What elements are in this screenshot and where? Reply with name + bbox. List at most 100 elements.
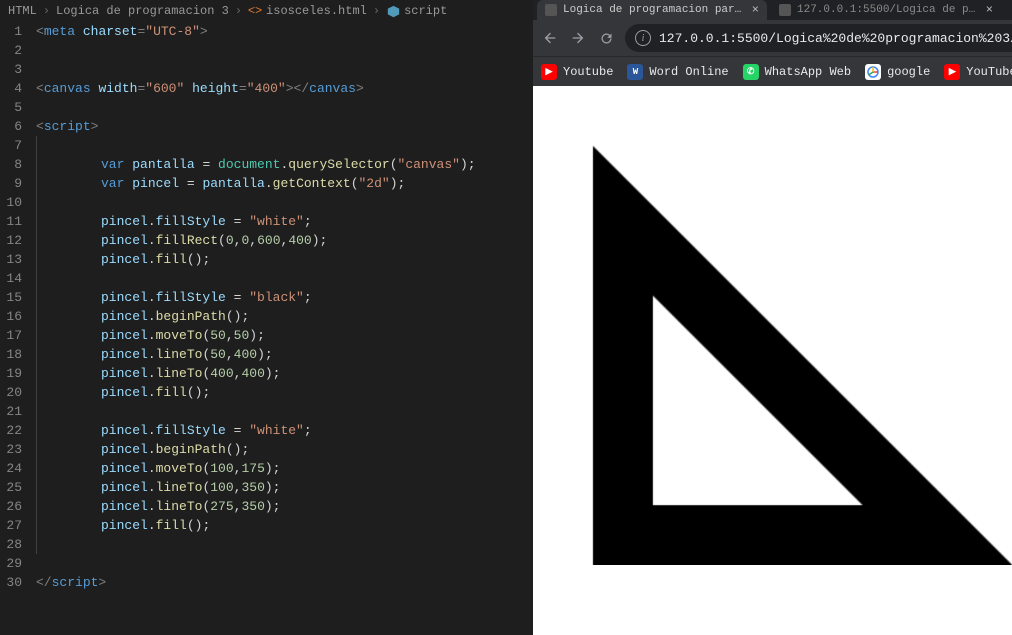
code-line[interactable] <box>36 535 525 554</box>
breadcrumb-seg[interactable]: isosceles.html <box>266 4 367 18</box>
code-line[interactable]: pincel.beginPath(); <box>36 440 525 459</box>
code-line[interactable] <box>36 402 525 421</box>
forward-button[interactable] <box>569 29 587 47</box>
line-number: 13 <box>6 250 22 269</box>
line-number: 26 <box>6 497 22 516</box>
code-line[interactable] <box>36 554 525 573</box>
code-line[interactable]: <script> <box>36 117 525 136</box>
line-number: 21 <box>6 402 22 421</box>
code-line[interactable]: pincel.fill(); <box>36 383 525 402</box>
yt-icon: ▶ <box>944 64 960 80</box>
bookmark-item[interactable]: ▶ YouTube <box>944 64 1012 80</box>
site-info-icon[interactable]: i <box>635 30 651 46</box>
code-line[interactable]: <canvas width="600" height="400"></canva… <box>36 79 525 98</box>
code-line[interactable]: pincel.lineTo(100,350); <box>36 478 525 497</box>
line-number: 7 <box>6 136 22 155</box>
line-number: 6 <box>6 117 22 136</box>
line-number: 2 <box>6 41 22 60</box>
line-number: 27 <box>6 516 22 535</box>
code-line[interactable] <box>36 60 525 79</box>
address-bar[interactable]: i 127.0.0.1:5500/Logica%20de%20programac… <box>625 24 1012 52</box>
code-line[interactable]: var pincel = pantalla.getContext("2d"); <box>36 174 525 193</box>
breadcrumb-seg[interactable]: HTML <box>8 4 37 18</box>
breadcrumb[interactable]: HTML › Logica de programacion 3 › <> iso… <box>0 0 533 22</box>
line-number: 12 <box>6 231 22 250</box>
browser-toolbar: i 127.0.0.1:5500/Logica%20de%20programac… <box>533 20 1012 56</box>
line-number: 22 <box>6 421 22 440</box>
breadcrumb-seg[interactable]: Logica de programacion 3 <box>56 4 229 18</box>
line-number: 3 <box>6 60 22 79</box>
bookmark-item[interactable]: ✆ WhatsApp Web <box>743 64 851 80</box>
editor-pane: HTML › Logica de programacion 3 › <> iso… <box>0 0 533 635</box>
close-tab-icon[interactable]: × <box>986 3 993 17</box>
code-line[interactable]: pincel.moveTo(50,50); <box>36 326 525 345</box>
browser-tab[interactable]: Logica de programacion parte 3. × <box>537 0 767 20</box>
breadcrumb-separator-icon: › <box>369 4 384 18</box>
line-number: 1 <box>6 22 22 41</box>
wa-icon: ✆ <box>743 64 759 80</box>
bookmark-label: Word Online <box>649 65 728 79</box>
line-number: 11 <box>6 212 22 231</box>
line-number: 16 <box>6 307 22 326</box>
code-line[interactable] <box>36 269 525 288</box>
html-file-icon: <> <box>248 4 262 18</box>
code-line[interactable]: pincel.fill(); <box>36 250 525 269</box>
tab-title: Logica de programacion parte 3. <box>563 4 746 16</box>
bookmark-label: WhatsApp Web <box>765 65 851 79</box>
rendered-canvas <box>533 86 1012 565</box>
close-tab-icon[interactable]: × <box>752 3 759 17</box>
code-line[interactable]: pincel.fillStyle = "white"; <box>36 212 525 231</box>
code-line[interactable]: pincel.moveTo(100,175); <box>36 459 525 478</box>
code-line[interactable]: pincel.beginPath(); <box>36 307 525 326</box>
page-viewport <box>533 86 1012 635</box>
favicon <box>545 4 557 16</box>
goog-icon <box>865 64 881 80</box>
bookmark-item[interactable]: google <box>865 64 930 80</box>
code-content[interactable]: <meta charset="UTC-8"> <canvas width="600… <box>36 22 533 635</box>
tab-title: 127.0.0.1:5500/Logica de progral <box>797 4 980 16</box>
line-number: 20 <box>6 383 22 402</box>
breadcrumb-separator-icon: › <box>39 4 54 18</box>
line-number: 23 <box>6 440 22 459</box>
code-line[interactable] <box>36 136 525 155</box>
line-number: 17 <box>6 326 22 345</box>
code-line[interactable]: pincel.fill(); <box>36 516 525 535</box>
code-line[interactable]: <meta charset="UTC-8"> <box>36 22 525 41</box>
reload-button[interactable] <box>597 29 615 47</box>
code-line[interactable]: var pantalla = document.querySelector("c… <box>36 155 525 174</box>
line-number: 14 <box>6 269 22 288</box>
bookmark-label: YouTube <box>966 65 1012 79</box>
favicon <box>779 4 791 16</box>
code-line[interactable] <box>36 193 525 212</box>
code-line[interactable]: pincel.fillStyle = "white"; <box>36 421 525 440</box>
browser-pane: Logica de programacion parte 3.×127.0.0.… <box>533 0 1012 635</box>
back-button[interactable] <box>541 29 559 47</box>
browser-tab[interactable]: 127.0.0.1:5500/Logica de progral × <box>771 0 1001 20</box>
breadcrumb-seg[interactable]: script <box>404 4 447 18</box>
bookmarks-bar[interactable]: ▶ Youtube WWord Online ✆ WhatsApp Web google ▶… <box>533 56 1012 86</box>
code-line[interactable]: pincel.lineTo(275,350); <box>36 497 525 516</box>
line-number: 28 <box>6 535 22 554</box>
code-area[interactable]: 1234567891011121314151617181920212223242… <box>0 22 533 635</box>
bookmark-label: Youtube <box>563 65 613 79</box>
url-text: 127.0.0.1:5500/Logica%20de%20programacio… <box>659 31 1012 46</box>
breadcrumb-separator-icon: › <box>231 4 246 18</box>
code-line[interactable]: pincel.fillStyle = "black"; <box>36 288 525 307</box>
bookmark-item[interactable]: WWord Online <box>627 64 728 80</box>
bookmark-label: google <box>887 65 930 79</box>
yt-icon: ▶ <box>541 64 557 80</box>
browser-tabstrip[interactable]: Logica de programacion parte 3.×127.0.0.… <box>533 0 1012 20</box>
script-symbol-icon <box>386 4 400 18</box>
line-number: 18 <box>6 345 22 364</box>
line-number: 4 <box>6 79 22 98</box>
code-line[interactable] <box>36 41 525 60</box>
code-line[interactable]: </script> <box>36 573 525 592</box>
line-number: 15 <box>6 288 22 307</box>
code-line[interactable]: pincel.lineTo(50,400); <box>36 345 525 364</box>
code-line[interactable]: pincel.fillRect(0,0,600,400); <box>36 231 525 250</box>
line-number-gutter: 1234567891011121314151617181920212223242… <box>0 22 36 635</box>
line-number: 5 <box>6 98 22 117</box>
code-line[interactable]: pincel.lineTo(400,400); <box>36 364 525 383</box>
bookmark-item[interactable]: ▶ Youtube <box>541 64 613 80</box>
code-line[interactable] <box>36 98 525 117</box>
